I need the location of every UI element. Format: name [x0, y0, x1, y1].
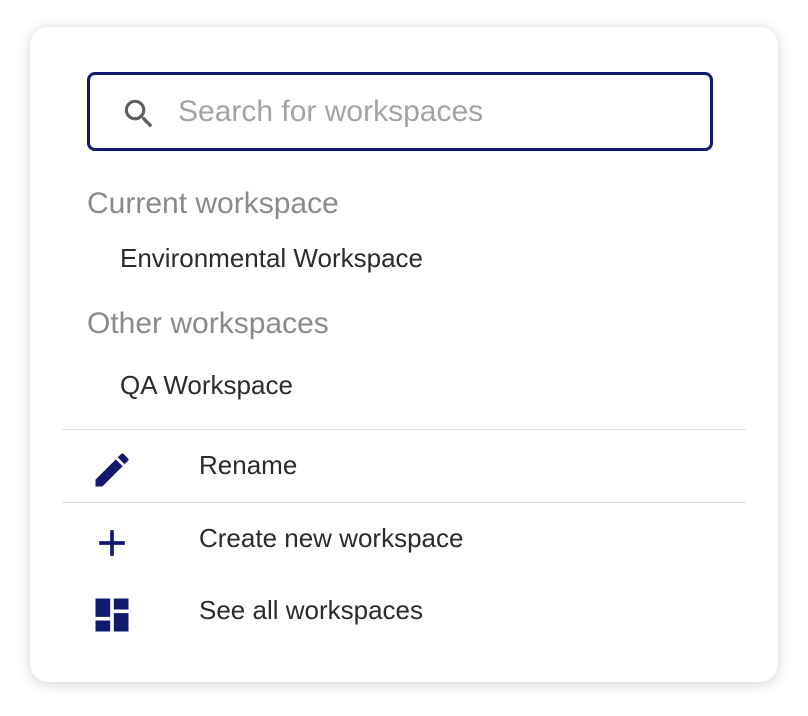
create-workspace-label: Create new workspace [199, 523, 464, 553]
current-workspace-item[interactable]: Environmental Workspace [120, 243, 423, 274]
search-input[interactable] [178, 89, 698, 135]
create-workspace-button[interactable]: Create new workspace [62, 509, 746, 569]
workspace-item-qa[interactable]: QA Workspace [120, 370, 293, 401]
current-workspace-heading: Current workspace [87, 187, 339, 220]
rename-label: Rename [199, 450, 298, 480]
workspace-switcher-panel: Current workspace Environmental Workspac… [30, 27, 778, 682]
search-icon [124, 99, 153, 128]
pencil-icon [95, 453, 129, 487]
plus-icon [99, 530, 125, 556]
dashboard-icon [95, 598, 129, 632]
divider [62, 429, 746, 430]
see-all-workspaces-label: See all workspaces [199, 595, 423, 625]
divider [62, 502, 746, 503]
see-all-workspaces-button[interactable]: See all workspaces [62, 581, 746, 641]
other-workspaces-heading: Other workspaces [87, 307, 329, 340]
rename-button[interactable]: Rename [62, 436, 746, 496]
search-box[interactable] [87, 72, 713, 151]
